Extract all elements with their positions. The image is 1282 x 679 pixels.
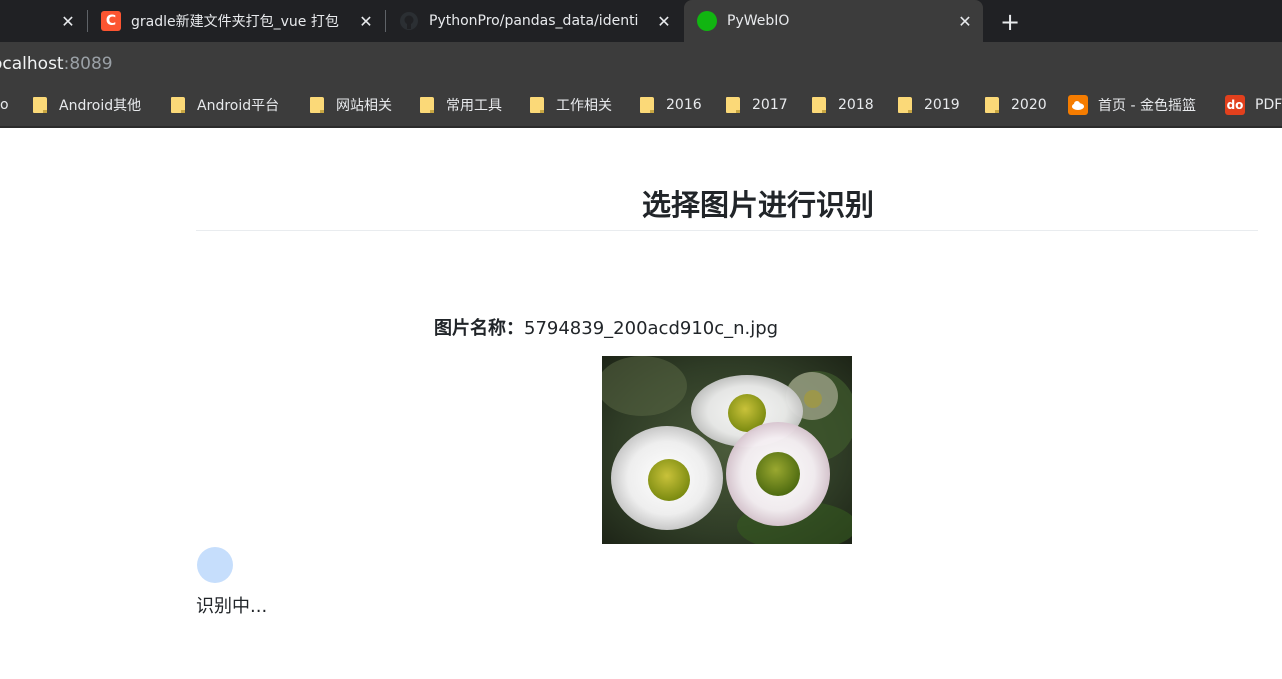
bookmark-item[interactable]: 首页 - 金色摇篮 xyxy=(1068,94,1196,116)
tab-separator xyxy=(87,10,88,32)
tab-strip: ✕ C gradle新建文件夹打包_vue 打包 ✕ PythonPro/pan… xyxy=(0,0,1282,42)
bookmark-folder[interactable]: 2020 xyxy=(985,94,1047,116)
bookmark-folder[interactable]: 2016 xyxy=(640,94,702,116)
bookmark-folder[interactable]: 常用工具 xyxy=(420,94,502,116)
bookmark-label: 2020 xyxy=(1011,97,1047,113)
image-name-value: 5794839_200acd910c_n.jpg xyxy=(524,318,779,339)
folder-icon xyxy=(640,97,654,113)
tab-title: PythonPro/pandas_data/identi xyxy=(429,13,639,29)
title-divider xyxy=(196,230,1258,231)
tab-separator xyxy=(385,10,386,32)
tab-github[interactable]: PythonPro/pandas_data/identi ✕ xyxy=(388,0,682,42)
bookmark-label: 首页 - 金色摇篮 xyxy=(1098,98,1196,114)
close-tab-icon[interactable]: ✕ xyxy=(356,11,376,31)
bookmark-folder[interactable]: Android平台 xyxy=(171,94,279,116)
address-bar[interactable]: ocalhost:8089 xyxy=(0,46,1274,82)
folder-icon xyxy=(898,97,912,113)
cloud-icon xyxy=(1068,95,1088,115)
folder-icon xyxy=(530,97,544,113)
bookmark-label: o xyxy=(0,97,9,113)
loading-spinner xyxy=(197,547,233,583)
tab-title: PyWebIO xyxy=(727,13,790,29)
bookmarks-bar: o Android其他 Android平台 网站相关 常用工具 工作相关 201… xyxy=(0,82,1282,128)
bookmark-label: 2016 xyxy=(666,97,702,113)
pywebio-favicon-icon xyxy=(697,11,717,31)
close-tab-icon[interactable]: ✕ xyxy=(654,11,674,31)
bookmark-folder[interactable]: Android其他 xyxy=(33,94,141,116)
bookmark-label: 常用工具 xyxy=(446,98,502,114)
bookmark-folder[interactable]: 2017 xyxy=(726,94,788,116)
bookmark-item[interactable]: do PDF xyxy=(1225,94,1282,116)
bookmark-folder[interactable]: 2019 xyxy=(898,94,960,116)
new-tab-icon[interactable]: + xyxy=(996,8,1024,36)
csdn-favicon-icon: C xyxy=(101,11,121,31)
tab-title: gradle新建文件夹打包_vue 打包 xyxy=(131,14,339,30)
status-text: 识别中... xyxy=(196,596,268,617)
folder-icon xyxy=(812,97,826,113)
bookmark-folder[interactable]: 工作相关 xyxy=(530,94,612,116)
bookmark-folder[interactable]: 网站相关 xyxy=(310,94,392,116)
image-name-label: 图片名称： xyxy=(434,318,524,339)
github-icon xyxy=(399,11,419,31)
bookmark-folder[interactable]: 2018 xyxy=(812,94,874,116)
bookmark-label: Android其他 xyxy=(59,98,142,114)
do-icon: do xyxy=(1225,95,1245,115)
tab-pywebio[interactable]: PyWebIO ✕ xyxy=(684,0,983,42)
bookmark-label: Android平台 xyxy=(197,98,280,114)
image-caption: 图片名称：5794839_200acd910c_n.jpg xyxy=(434,314,778,340)
folder-icon xyxy=(33,97,47,113)
bookmark-label: 网站相关 xyxy=(336,98,392,114)
toolbar: ocalhost:8089 xyxy=(0,42,1282,82)
folder-icon xyxy=(420,97,434,113)
page-title: 选择图片进行识别 xyxy=(641,188,874,222)
close-tab-icon[interactable]: ✕ xyxy=(955,11,975,31)
flower-photo xyxy=(602,356,852,544)
folder-icon xyxy=(985,97,999,113)
daisy-image xyxy=(602,356,852,544)
bookmark-label: PDF xyxy=(1255,97,1282,113)
tab-previous[interactable]: ✕ xyxy=(0,0,86,42)
bookmark-label: 工作相关 xyxy=(556,98,612,114)
bookmark-label: 2019 xyxy=(924,97,960,113)
tab-gradle[interactable]: C gradle新建文件夹打包_vue 打包 ✕ xyxy=(90,0,384,42)
bookmark-label: 2017 xyxy=(752,97,788,113)
address-port: :8089 xyxy=(63,54,113,74)
folder-icon xyxy=(310,97,324,113)
close-tab-icon[interactable]: ✕ xyxy=(58,11,78,31)
folder-icon xyxy=(726,97,740,113)
bookmark-label: 2018 xyxy=(838,97,874,113)
folder-icon xyxy=(171,97,185,113)
bookmark-item[interactable]: o xyxy=(0,94,9,116)
address-host: ocalhost xyxy=(0,54,64,74)
